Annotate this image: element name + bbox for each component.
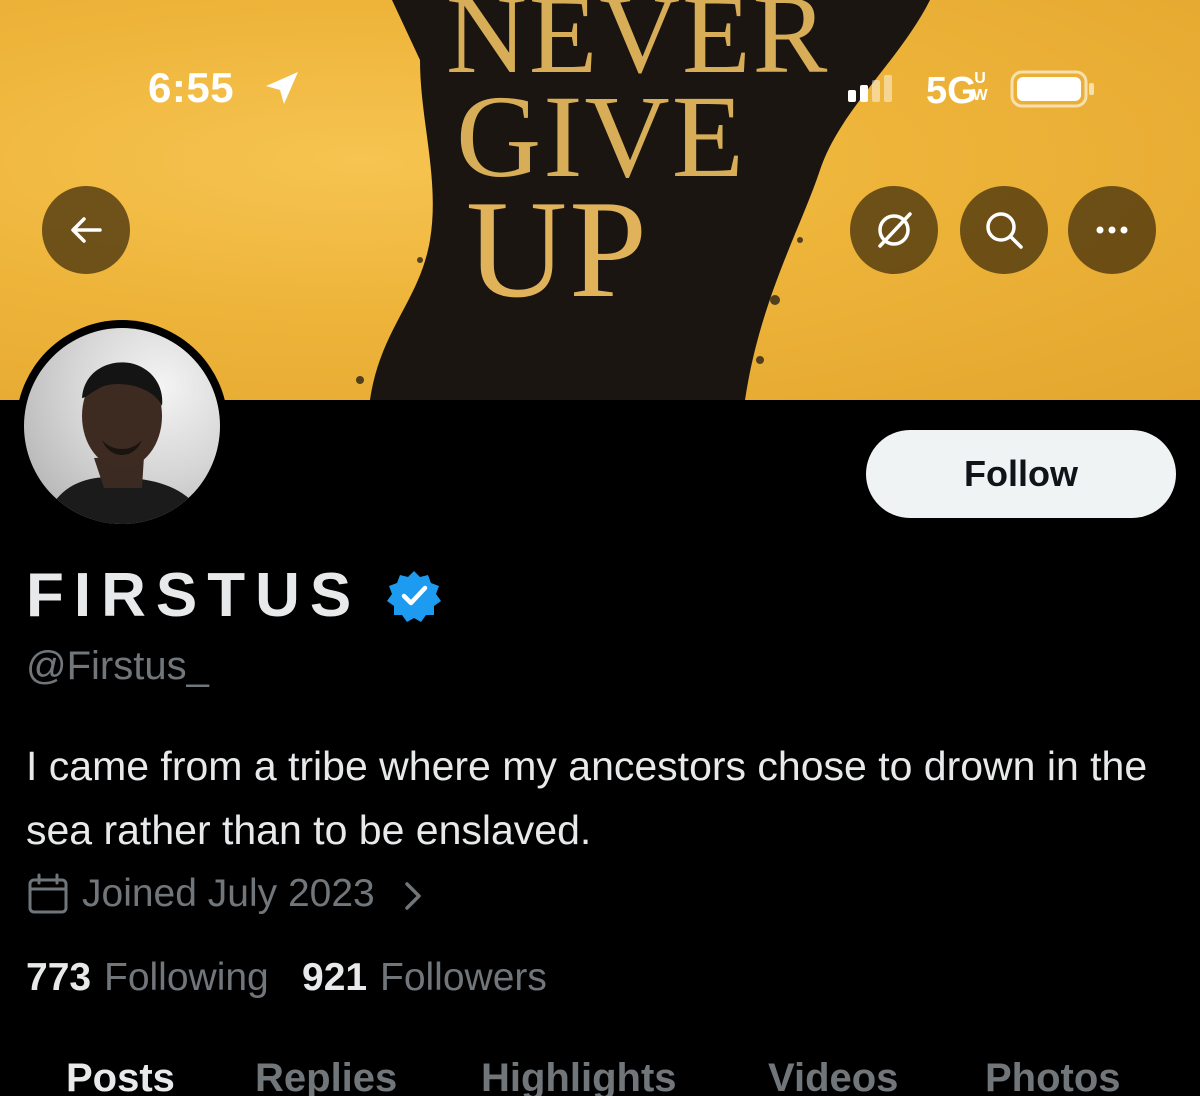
following-label[interactable]: Following — [104, 956, 269, 1000]
profile-bio: I came from a tribe where my ancestors c… — [26, 743, 1148, 853]
search-button[interactable] — [960, 186, 1048, 274]
network-subtype-text: UW — [972, 70, 988, 104]
tab-photos[interactable]: Photos — [985, 1056, 1121, 1096]
grok-button[interactable] — [850, 186, 938, 274]
search-icon — [986, 212, 1023, 249]
more-horizontal-icon — [1096, 226, 1128, 234]
more-options-button[interactable] — [1068, 186, 1156, 274]
network-subtype: UW — [972, 70, 988, 104]
tab-videos[interactable]: Videos — [768, 1056, 898, 1096]
location-arrow-icon — [266, 72, 298, 104]
battery-icon — [1010, 70, 1094, 108]
following-count[interactable]: 773 — [26, 956, 91, 1000]
avatar-silhouette — [44, 362, 209, 524]
grok-icon — [878, 212, 912, 248]
avatar-photo — [24, 328, 220, 524]
display-name: FIRSTUS — [26, 561, 362, 630]
calendar-icon — [28, 873, 68, 914]
followers-label[interactable]: Followers — [380, 956, 547, 1000]
joined-date[interactable]: Joined July 2023 — [82, 872, 375, 916]
tab-replies[interactable]: Replies — [255, 1056, 397, 1096]
user-handle: @Firstus_ — [26, 644, 209, 688]
network-type: 5G — [926, 70, 977, 112]
profile-avatar[interactable] — [16, 320, 228, 532]
verified-badge-icon[interactable] — [386, 568, 442, 624]
tab-highlights[interactable]: Highlights — [481, 1056, 677, 1096]
banner-line-up: UP — [466, 172, 649, 328]
cellular-signal-icon — [848, 75, 892, 102]
status-time: 6:55 — [148, 64, 235, 111]
banner-artwork-text: NEVER GIVE UP — [446, 0, 866, 328]
chevron-right-icon[interactable] — [398, 876, 428, 916]
tab-posts[interactable]: Posts — [66, 1056, 175, 1096]
followers-count[interactable]: 921 — [302, 956, 367, 1000]
back-button[interactable] — [42, 186, 130, 274]
follow-button[interactable]: Follow — [866, 430, 1176, 518]
arrow-left-icon — [71, 217, 102, 243]
